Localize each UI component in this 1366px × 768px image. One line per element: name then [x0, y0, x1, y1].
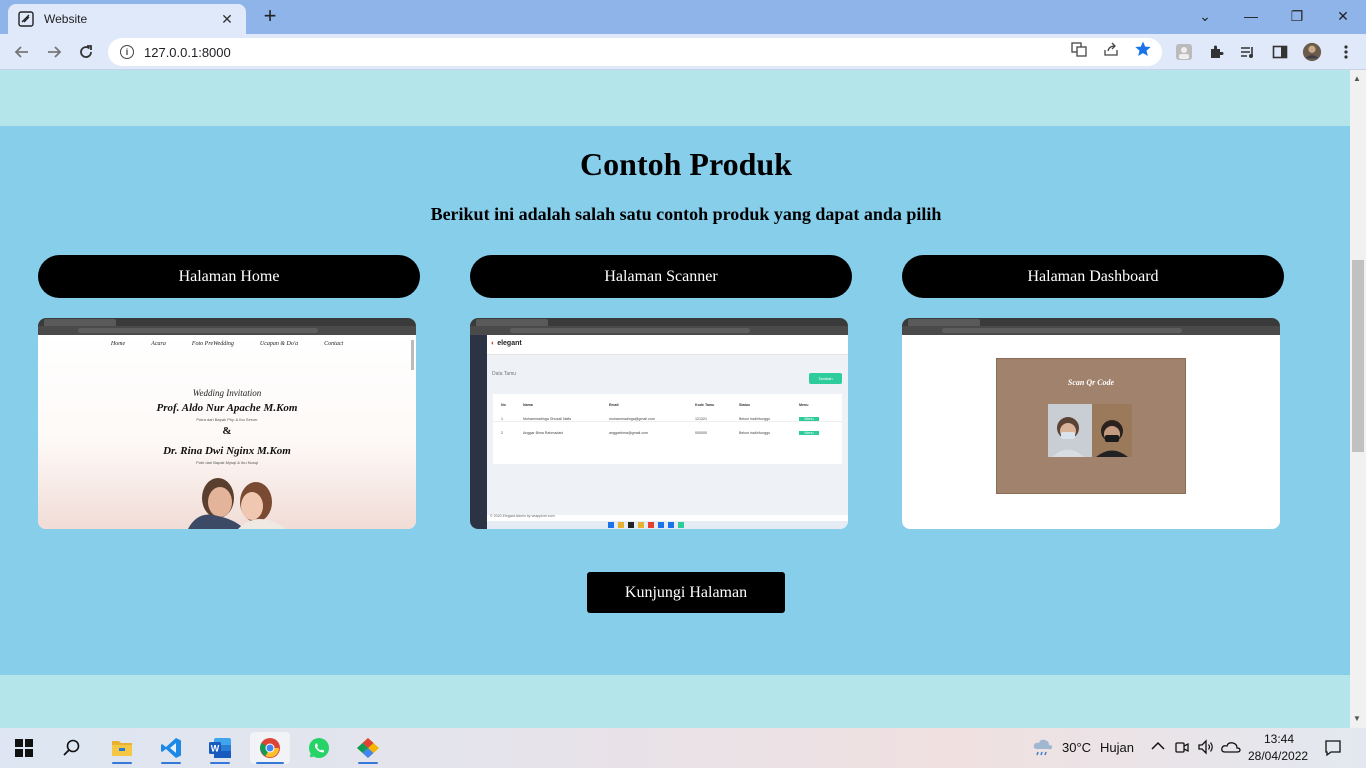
preview-scanner-brand: ◐ elegant [491, 340, 522, 347]
share-icon[interactable] [1101, 39, 1121, 59]
new-tab-button[interactable]: + [258, 5, 282, 27]
clock-date[interactable]: 28/04/2022 [1248, 749, 1308, 763]
preview-nav-item: Acara [151, 341, 166, 347]
preview-scanner-title: Data Tamu [492, 371, 517, 377]
card-label-dashboard: Halaman Dashboard [902, 255, 1284, 298]
meet-camera-icon[interactable] [1174, 739, 1190, 755]
page-scrollbar[interactable]: ▲ ▼ [1350, 70, 1366, 728]
forward-arrow-icon[interactable] [43, 41, 65, 63]
scrollbar-thumb[interactable] [1352, 260, 1364, 452]
side-panel-icon[interactable] [1270, 42, 1290, 62]
extensions-puzzle-icon[interactable] [1206, 42, 1226, 62]
weather-description[interactable]: Hujan [1100, 740, 1134, 755]
browser-tab-website[interactable]: Website ✕ [8, 4, 246, 34]
preview-col-header: Menu [799, 403, 809, 407]
onedrive-cloud-icon[interactable] [1221, 740, 1241, 754]
start-button[interactable] [4, 732, 44, 764]
card-label-scanner: Halaman Scanner [470, 255, 852, 298]
tab-search-dropdown-icon[interactable]: ⌄ [1182, 0, 1228, 32]
page-viewport: Contoh Produk Berikut ini adalah salah s… [0, 70, 1350, 728]
preview-home-nav: Home Acara Foto PreWedding Ucapan & Do'a… [38, 341, 416, 347]
media-playlist-icon[interactable] [1238, 42, 1258, 62]
restore-button[interactable]: ❐ [1274, 0, 1320, 32]
preview-add-button: Tambah [809, 373, 842, 384]
preview-groom: Prof. Aldo Nur Apache M.Kom [156, 402, 298, 414]
back-arrow-icon[interactable] [11, 41, 33, 63]
preview-nav-item: Contact [324, 341, 344, 347]
preview-image-scanner: ◐ elegant Data Tamu Tambah No Nama Email… [470, 318, 848, 529]
section-subtitle: Berikut ini adalah salah satu contoh pro… [430, 204, 942, 224]
bookmark-star-icon[interactable] [1133, 39, 1153, 59]
show-hidden-icons-chevron-icon[interactable] [1151, 741, 1165, 751]
browser-tab-bar: Website ✕ + ⌄ — ❐ ✕ [0, 0, 1366, 34]
windows-logo-icon [15, 739, 33, 757]
scroll-up-arrow-icon[interactable]: ▲ [1353, 74, 1361, 83]
address-url[interactable]: 127.0.0.1:8000 [144, 45, 231, 60]
search-icon[interactable] [52, 732, 92, 764]
preview-nav-item: Home [110, 341, 126, 347]
card-label-home: Halaman Home [38, 255, 420, 298]
minimize-button[interactable]: — [1228, 0, 1274, 32]
preview-col-header: Email [609, 403, 619, 407]
camera-feed-icon [1048, 404, 1132, 457]
site-favicon-icon [18, 11, 34, 27]
profile-avatar-icon[interactable] [1302, 42, 1322, 62]
preview-bride-parents: Putri dari Bapak Mysql & Ibu Nosql [196, 460, 258, 465]
volume-icon[interactable] [1197, 739, 1215, 755]
weather-rain-icon[interactable] [1032, 738, 1054, 758]
preview-nav-item: Ucapan & Do'a [259, 341, 299, 347]
couple-photo-icon [188, 478, 286, 529]
section-title: Contoh Produk [580, 146, 792, 182]
clock-time[interactable]: 13:44 [1264, 732, 1294, 746]
tab-title: Website [44, 12, 88, 26]
gitkraken-app-icon[interactable] [348, 732, 388, 764]
windows-taskbar: W 30°C Hujan 13:44 28/04/2022 [0, 728, 1366, 768]
site-info-icon[interactable]: i [120, 45, 134, 59]
preview-col-header: Nama [523, 403, 533, 407]
preview-table: No Nama Email Kode Tamu Status Menu 1 Mu… [493, 394, 842, 464]
preview-col-header: Kode Tamu [695, 403, 715, 407]
scroll-down-arrow-icon[interactable]: ▼ [1353, 714, 1361, 723]
product-section: Contoh Produk Berikut ini adalah salah s… [0, 126, 1350, 675]
chrome-icon[interactable] [250, 732, 290, 764]
preview-col-header: No [501, 403, 506, 407]
notification-center-icon[interactable] [1324, 739, 1342, 757]
whatsapp-icon[interactable] [299, 732, 339, 764]
tab-close-icon[interactable]: ✕ [218, 11, 236, 28]
preview-invite: Wedding Invitation [192, 388, 262, 398]
preview-table-row: 2 Anggar Bima Rahmadani anggarbima@gmail… [493, 422, 842, 435]
file-explorer-icon[interactable] [102, 732, 142, 764]
browser-toolbar: i 127.0.0.1:8000 [0, 34, 1366, 70]
vscode-icon[interactable] [151, 732, 191, 764]
reload-icon[interactable] [75, 41, 97, 63]
preview-scanner-footer: © 2020 Elegant Admin by wrappixel.com [490, 514, 555, 518]
chrome-menu-icon[interactable] [1336, 42, 1356, 62]
preview-ampersand: & [222, 425, 232, 437]
preview-bride: Dr. Rina Dwi Nginx M.Kom [163, 445, 291, 457]
preview-col-header: Status [739, 403, 750, 407]
scan-qr-title: Scan Qr Code [1067, 378, 1115, 387]
address-bar[interactable]: i 127.0.0.1:8000 [108, 38, 1162, 66]
preview-image-home: Home Acara Foto PreWedding Ucapan & Do'a… [38, 318, 416, 529]
extension-avatar-icon[interactable] [1174, 42, 1194, 62]
word-icon[interactable]: W [200, 732, 240, 764]
visit-page-button[interactable]: Kunjungi Halaman [587, 572, 785, 613]
preview-groom-parents: Putra dari Bapak Php & Ibu Server [196, 417, 258, 422]
weather-temperature[interactable]: 30°C [1062, 740, 1091, 755]
preview-nav-item: Foto PreWedding [191, 341, 234, 347]
svg-text:W: W [211, 744, 220, 754]
preview-table-row: 1 Muhammadinga Ghozali Nafis muhammading… [493, 407, 842, 422]
close-window-button[interactable]: ✕ [1320, 0, 1366, 32]
preview-image-dashboard: Scan Qr Code [902, 318, 1280, 529]
translate-icon[interactable] [1069, 39, 1089, 59]
